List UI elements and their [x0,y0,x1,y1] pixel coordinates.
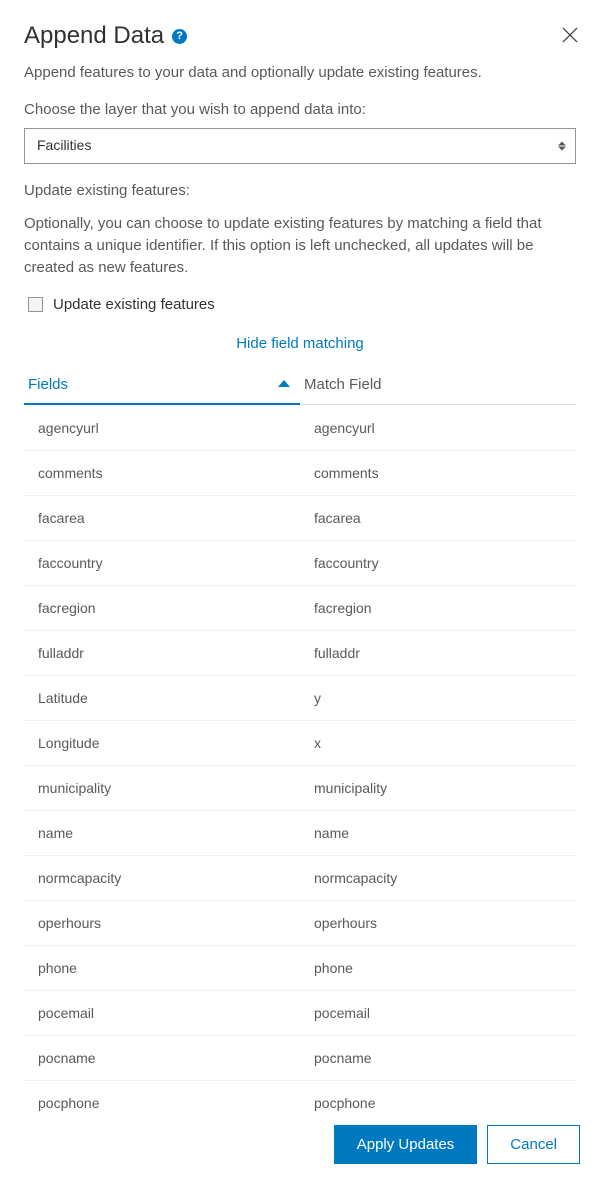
match-column-header[interactable]: Match Field [300,366,576,405]
match-column-label: Match Field [304,376,382,393]
field-name-cell: pocemail [24,991,300,1035]
layer-select-wrap: Facilities [24,128,576,164]
match-field-cell: operhours [300,901,576,945]
match-field-cell: phone [300,946,576,990]
field-name-cell: facregion [24,586,300,630]
field-table-header: Fields Match Field [24,366,576,406]
table-row[interactable]: faccountryfaccountry [24,541,576,586]
match-field-cell: pocemail [300,991,576,1035]
toggle-link-row: Hide field matching [24,335,576,352]
title-text: Append Data [24,22,164,50]
match-field-cell: fulladdr [300,631,576,675]
match-field-cell: faccountry [300,541,576,585]
panel-footer: Apply Updates Cancel [0,1111,604,1178]
field-name-cell: facarea [24,496,300,540]
match-field-cell: pocphone [300,1081,576,1111]
cancel-button[interactable]: Cancel [487,1125,580,1164]
table-row[interactable]: agencyurlagencyurl [24,406,576,451]
table-row[interactable]: facareafacarea [24,496,576,541]
update-checkbox-label: Update existing features [53,296,215,313]
table-row[interactable]: pocnamepocname [24,1036,576,1081]
help-icon[interactable]: ? [172,29,187,44]
field-name-cell: faccountry [24,541,300,585]
table-row[interactable]: Longitudex [24,721,576,766]
field-name-cell: pocphone [24,1081,300,1111]
field-name-cell: Longitude [24,721,300,765]
update-description: Optionally, you can choose to update exi… [24,213,576,278]
match-field-cell: municipality [300,766,576,810]
field-name-cell: normcapacity [24,856,300,900]
scroll-area[interactable]: Append features to your data and optiona… [0,60,600,1111]
sort-ascending-icon [278,380,290,387]
table-row[interactable]: municipalitymunicipality [24,766,576,811]
field-table-body: agencyurlagencyurlcommentscommentsfacare… [24,406,576,1111]
table-row[interactable]: namename [24,811,576,856]
close-icon[interactable] [560,25,580,48]
field-name-cell: municipality [24,766,300,810]
match-field-cell: name [300,811,576,855]
table-row[interactable]: normcapacitynormcapacity [24,856,576,901]
table-row[interactable]: fulladdrfulladdr [24,631,576,676]
match-field-cell: x [300,721,576,765]
table-row[interactable]: pocemailpocemail [24,991,576,1036]
panel-title: Append Data ? [24,22,187,50]
match-field-cell: normcapacity [300,856,576,900]
field-name-cell: Latitude [24,676,300,720]
update-checkbox-row: Update existing features [24,296,576,313]
table-row[interactable]: pocphonepocphone [24,1081,576,1111]
update-heading: Update existing features: [24,182,576,199]
field-name-cell: fulladdr [24,631,300,675]
match-field-cell: facarea [300,496,576,540]
fields-column-header[interactable]: Fields [24,366,300,405]
field-name-cell: pocname [24,1036,300,1080]
field-name-cell: name [24,811,300,855]
table-row[interactable]: operhoursoperhours [24,901,576,946]
intro-text: Append features to your data and optiona… [24,64,576,81]
table-row[interactable]: facregionfacregion [24,586,576,631]
table-row[interactable]: phonephone [24,946,576,991]
table-row[interactable]: commentscomments [24,451,576,496]
field-name-cell: agencyurl [24,406,300,450]
layer-prompt: Choose the layer that you wish to append… [24,101,576,118]
match-field-cell: pocname [300,1036,576,1080]
field-name-cell: phone [24,946,300,990]
toggle-field-matching-link[interactable]: Hide field matching [236,335,364,352]
match-field-cell: agencyurl [300,406,576,450]
field-name-cell: comments [24,451,300,495]
table-row[interactable]: Latitudey [24,676,576,721]
apply-updates-button[interactable]: Apply Updates [334,1125,478,1164]
match-field-cell: facregion [300,586,576,630]
panel-header: Append Data ? [0,0,604,60]
match-field-cell: y [300,676,576,720]
fields-column-label: Fields [28,376,68,393]
layer-select[interactable]: Facilities [24,128,576,164]
field-name-cell: operhours [24,901,300,945]
match-field-cell: comments [300,451,576,495]
update-existing-checkbox[interactable] [28,297,43,312]
append-data-panel: Append Data ? Append features to your da… [0,0,604,1178]
